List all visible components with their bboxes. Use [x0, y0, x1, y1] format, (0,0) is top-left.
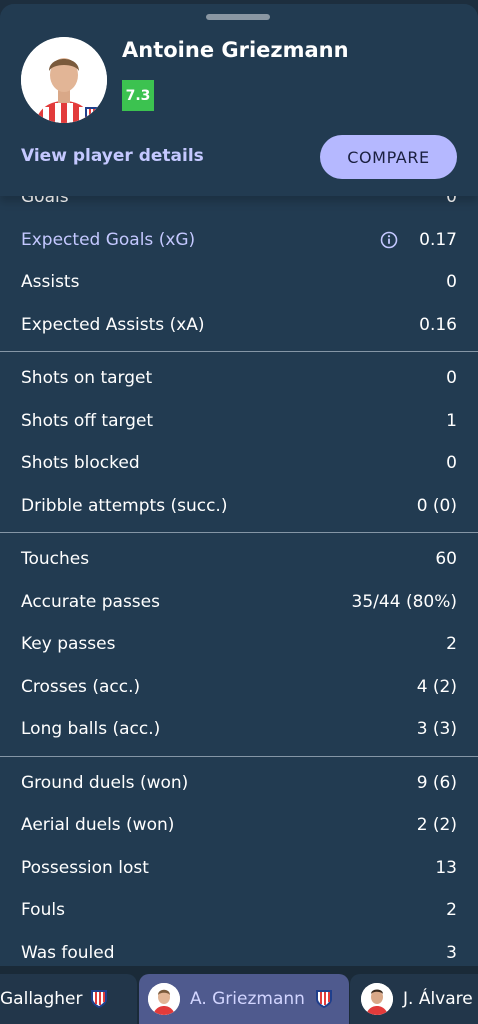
stat-label: Crosses (acc.) — [21, 676, 141, 697]
stat-label: Was fouled — [21, 942, 115, 963]
section-divider — [0, 751, 478, 762]
stat-label: Touches — [21, 549, 90, 570]
player-header: Antoine Griezmann 7.3 View player detail… — [0, 4, 478, 196]
player-chip-name: A. Griezmann — [190, 989, 305, 1009]
stat-row: Key passes 2 — [0, 623, 478, 666]
stat-label: Expected Goals (xG) — [21, 229, 196, 250]
stat-value: 0.16 — [419, 314, 457, 335]
stat-row: Fouls 2 — [0, 889, 478, 932]
stat-label: Possession lost — [21, 857, 149, 878]
stat-label: Assists — [21, 272, 80, 293]
stat-value: 2 — [446, 634, 457, 655]
player-chip-name: Gallagher — [0, 989, 83, 1009]
stat-label: Dribble attempts (succ.) — [21, 495, 228, 516]
view-player-details-link[interactable]: View player details — [21, 146, 204, 166]
player-avatar — [361, 983, 393, 1015]
drag-handle[interactable] — [206, 14, 270, 20]
stat-row: Ground duels (won) 9 (6) — [0, 762, 478, 805]
stat-value: 3 — [446, 942, 457, 963]
stat-label: Aerial duels (won) — [21, 815, 175, 836]
stat-label: Shots blocked — [21, 453, 140, 474]
stat-value: 13 — [435, 857, 457, 878]
stats-list: Goals 0 Expected Goals (xG) 0.17 Assists… — [0, 176, 478, 974]
stat-row-expected-goals[interactable]: Expected Goals (xG) 0.17 — [0, 219, 478, 262]
stat-row: Shots blocked 0 — [0, 442, 478, 485]
stat-row: Dribble attempts (succ.) 0 (0) — [0, 485, 478, 528]
player-stats-sheet: Antoine Griezmann 7.3 View player detail… — [0, 4, 478, 1024]
stat-label: Ground duels (won) — [21, 772, 189, 793]
stat-row: Assists 0 — [0, 261, 478, 304]
stat-row: Touches 60 — [0, 538, 478, 581]
atletico-crest-icon — [91, 990, 108, 1008]
stat-value: 9 (6) — [416, 772, 457, 793]
player-chip-alvarez[interactable]: J. Álvare — [350, 974, 478, 1024]
stat-value: 60 — [435, 549, 457, 570]
compare-button[interactable]: COMPARE — [320, 135, 457, 179]
stat-value: 0 — [446, 453, 457, 474]
stat-value: 0 (0) — [416, 495, 457, 516]
player-avatar — [148, 983, 180, 1015]
stat-value: 35/44 (80%) — [351, 591, 457, 612]
stat-value: 2 — [446, 900, 457, 921]
player-name: Antoine Griezmann — [122, 38, 349, 62]
rating-badge: 7.3 — [122, 80, 154, 111]
stat-row: Shots on target 0 — [0, 357, 478, 400]
stat-label: Fouls — [21, 900, 65, 921]
player-chip-gallagher[interactable]: Gallagher — [0, 974, 137, 1024]
stat-row: Aerial duels (won) 2 (2) — [0, 804, 478, 847]
player-avatar — [21, 37, 107, 123]
stat-label: Expected Assists (xA) — [21, 314, 205, 335]
stat-row: Possession lost 13 — [0, 847, 478, 890]
stat-value: 1 — [446, 410, 457, 431]
player-switcher: Gallagher A. Griezmann J. Álvare — [0, 966, 478, 1024]
stat-label: Shots on target — [21, 368, 153, 389]
stat-label: Long balls (acc.) — [21, 719, 161, 740]
stat-row: Long balls (acc.) 3 (3) — [0, 708, 478, 751]
info-icon[interactable] — [380, 231, 398, 249]
stat-row: Crosses (acc.) 4 (2) — [0, 666, 478, 709]
stat-value: 0 — [446, 272, 457, 293]
section-divider — [0, 346, 478, 357]
stat-value: 3 (3) — [416, 719, 457, 740]
stat-row: Expected Assists (xA) 0.16 — [0, 304, 478, 347]
atletico-crest-icon — [85, 107, 99, 123]
stat-value: 0 — [446, 368, 457, 389]
stat-label: Key passes — [21, 634, 116, 655]
stat-value: 0.17 — [419, 229, 457, 250]
stat-value: 2 (2) — [416, 815, 457, 836]
stat-value: 4 (2) — [416, 676, 457, 697]
stat-row: Accurate passes 35/44 (80%) — [0, 581, 478, 624]
section-divider — [0, 527, 478, 538]
stat-row: Shots off target 1 — [0, 400, 478, 443]
stat-label: Shots off target — [21, 410, 154, 431]
atletico-crest-icon — [315, 990, 332, 1008]
stat-label: Accurate passes — [21, 591, 160, 612]
player-chip-name: J. Álvare — [403, 989, 473, 1009]
player-chip-griezmann[interactable]: A. Griezmann — [139, 974, 349, 1024]
